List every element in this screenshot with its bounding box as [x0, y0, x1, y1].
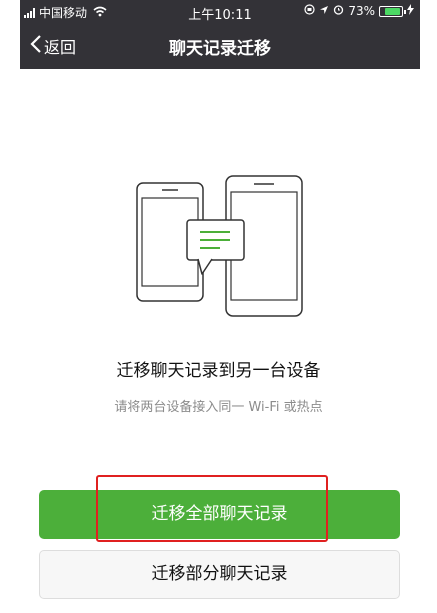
alarm-icon [333, 4, 344, 18]
highlight-box [96, 475, 328, 542]
charging-icon [407, 4, 414, 18]
top-bar: 中国移动 上午10:11 73% 返回 聊天记录迁移 [20, 0, 420, 69]
device-transfer-illustration [130, 170, 310, 320]
status-bar: 中国移动 上午10:11 73% [20, 0, 420, 24]
page-title: 聊天记录迁移 [169, 39, 271, 59]
instruction-text: 请将两台设备接入同一 Wi-Fi 或热点 [114, 400, 323, 415]
location-icon [319, 4, 329, 18]
status-right: 73% [300, 4, 414, 18]
battery-percent: 73% [348, 4, 375, 18]
migrate-partial-button[interactable]: 迁移部分聊天记录 [39, 550, 400, 599]
headline-text: 迁移聊天记录到另一台设备 [116, 361, 321, 381]
migration-screen: 中国移动 上午10:11 73% 返回 聊天记录迁移 迁移聊天记录到另一台设备 … [0, 0, 437, 613]
battery-icon [379, 5, 406, 17]
lock-rotation-icon [304, 4, 315, 18]
nav-bar: 返回 聊天记录迁移 [20, 24, 420, 69]
